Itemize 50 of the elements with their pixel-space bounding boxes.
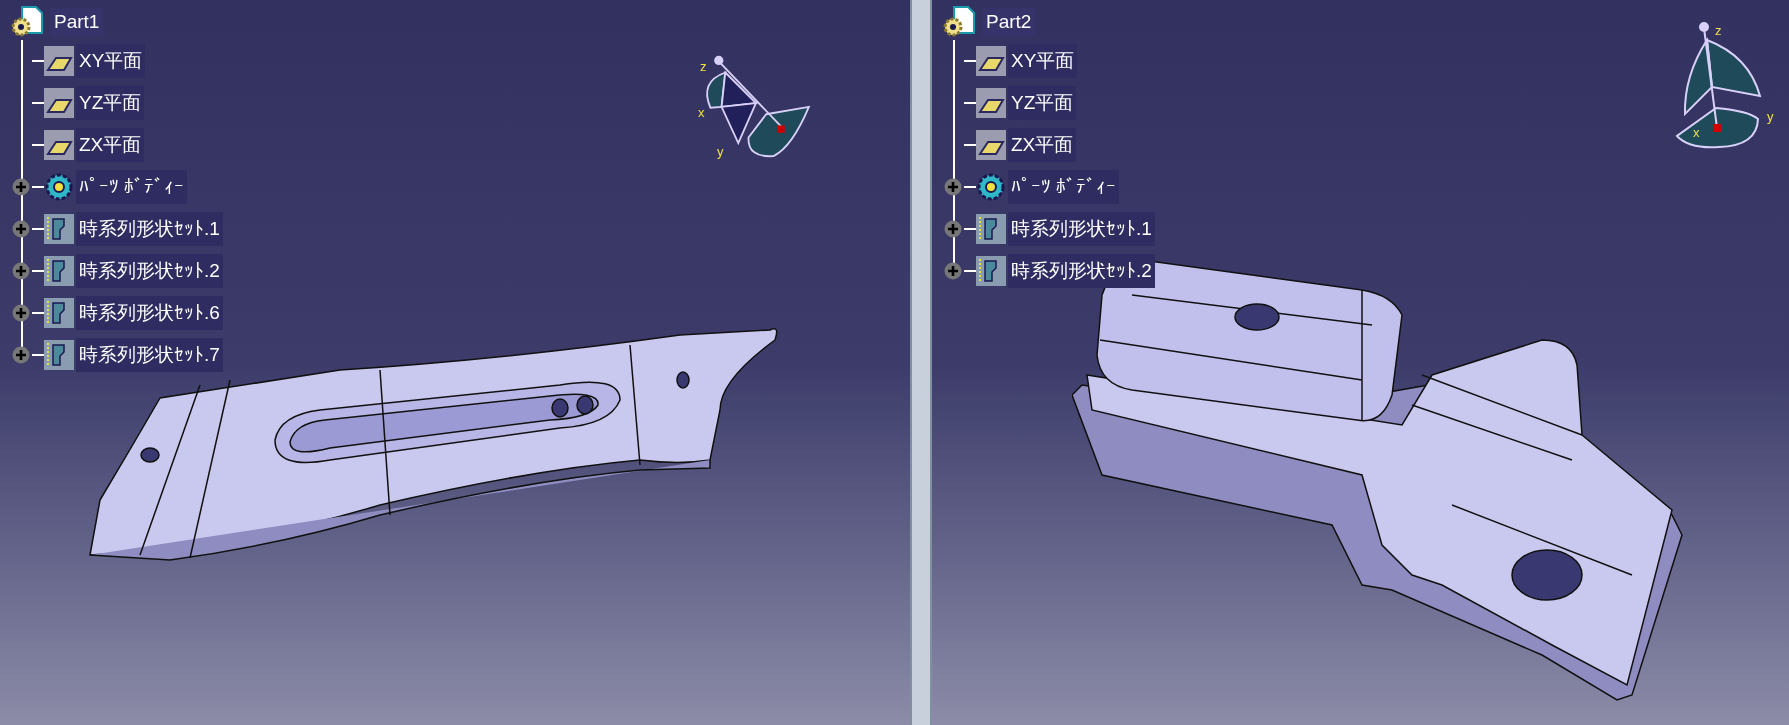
gear-icon — [44, 172, 74, 202]
expand-icon[interactable] — [12, 262, 30, 280]
expand-icon[interactable] — [944, 262, 962, 280]
plane-icon — [44, 46, 74, 76]
tree-node-label[interactable]: YZ平面 — [76, 86, 145, 120]
expand-icon[interactable] — [12, 178, 30, 196]
tree-node-label[interactable]: YZ平面 — [1008, 86, 1077, 120]
viewport-3d[interactable]: Part2 XY平面 YZ平面 ZX平面 ﾊﾟｰﾂ ﾎﾞﾃﾞｨｰ 時系列形状ｾｯﾄ.1 時系列形状ｾｯﾄ.2 x y z — [932, 0, 1789, 725]
tree-node-label[interactable]: 時系列形状ｾｯﾄ.1 — [1008, 212, 1155, 246]
tree-node-label[interactable]: ZX平面 — [76, 128, 145, 162]
geometry-set-icon — [44, 298, 74, 328]
part-document-icon[interactable] — [10, 5, 46, 39]
tree-node-label[interactable]: Part1 — [50, 7, 104, 37]
axis-label: y — [1767, 110, 1774, 123]
axis-label: y — [717, 145, 724, 158]
tree-node-label[interactable]: ZX平面 — [1008, 128, 1077, 162]
axis-label: z — [1715, 24, 1722, 37]
tree-node-label[interactable]: 時系列形状ｾｯﾄ.7 — [76, 338, 223, 372]
axis-label: x — [1693, 126, 1700, 139]
geometry-set-icon — [976, 256, 1006, 286]
expand-icon[interactable] — [944, 178, 962, 196]
tree-node-label[interactable]: 時系列形状ｾｯﾄ.2 — [76, 254, 223, 288]
tree-node-label[interactable]: XY平面 — [76, 44, 146, 78]
axis-label: x — [698, 106, 705, 119]
part-document-icon[interactable] — [942, 5, 978, 39]
tree-node-label[interactable]: 時系列形状ｾｯﾄ.6 — [76, 296, 223, 330]
tree-node-label[interactable]: ﾊﾟｰﾂ ﾎﾞﾃﾞｨｰ — [1008, 170, 1120, 204]
geometry-set-icon — [44, 340, 74, 370]
tree-node-label[interactable]: 時系列形状ｾｯﾄ.1 — [76, 212, 223, 246]
geometry-set-icon — [44, 214, 74, 244]
plane-icon — [44, 130, 74, 160]
tree-node-label[interactable]: ﾊﾟｰﾂ ﾎﾞﾃﾞｨｰ — [76, 170, 188, 204]
plane-icon — [44, 88, 74, 118]
geometry-set-icon — [976, 214, 1006, 244]
plane-icon — [976, 88, 1006, 118]
gear-icon — [976, 172, 1006, 202]
expand-icon[interactable] — [12, 346, 30, 364]
compass-drawing[interactable] — [1676, 22, 1761, 149]
axis-label: z — [700, 60, 707, 73]
geometry-set-icon — [44, 256, 74, 286]
expand-icon[interactable] — [944, 220, 962, 238]
viewport-3d[interactable]: Part1 XY平面 YZ平面 ZX平面 ﾊﾟｰﾂ ﾎﾞﾃﾞｨｰ 時系列形状ｾｯﾄ.1 時系列形状ｾｯﾄ.2 時系列形状ｾｯﾄ.6 時系列形状ｾｯﾄ.7 x y z — [0, 0, 910, 725]
tree-node-label[interactable]: Part2 — [982, 7, 1036, 37]
expand-icon[interactable] — [12, 304, 30, 322]
tree-node-label[interactable]: 時系列形状ｾｯﾄ.2 — [1008, 254, 1155, 288]
plane-icon — [976, 130, 1006, 160]
expand-icon[interactable] — [12, 220, 30, 238]
compass-drawing[interactable] — [706, 55, 810, 158]
tree-node-label[interactable]: XY平面 — [1008, 44, 1078, 78]
plane-icon — [976, 46, 1006, 76]
